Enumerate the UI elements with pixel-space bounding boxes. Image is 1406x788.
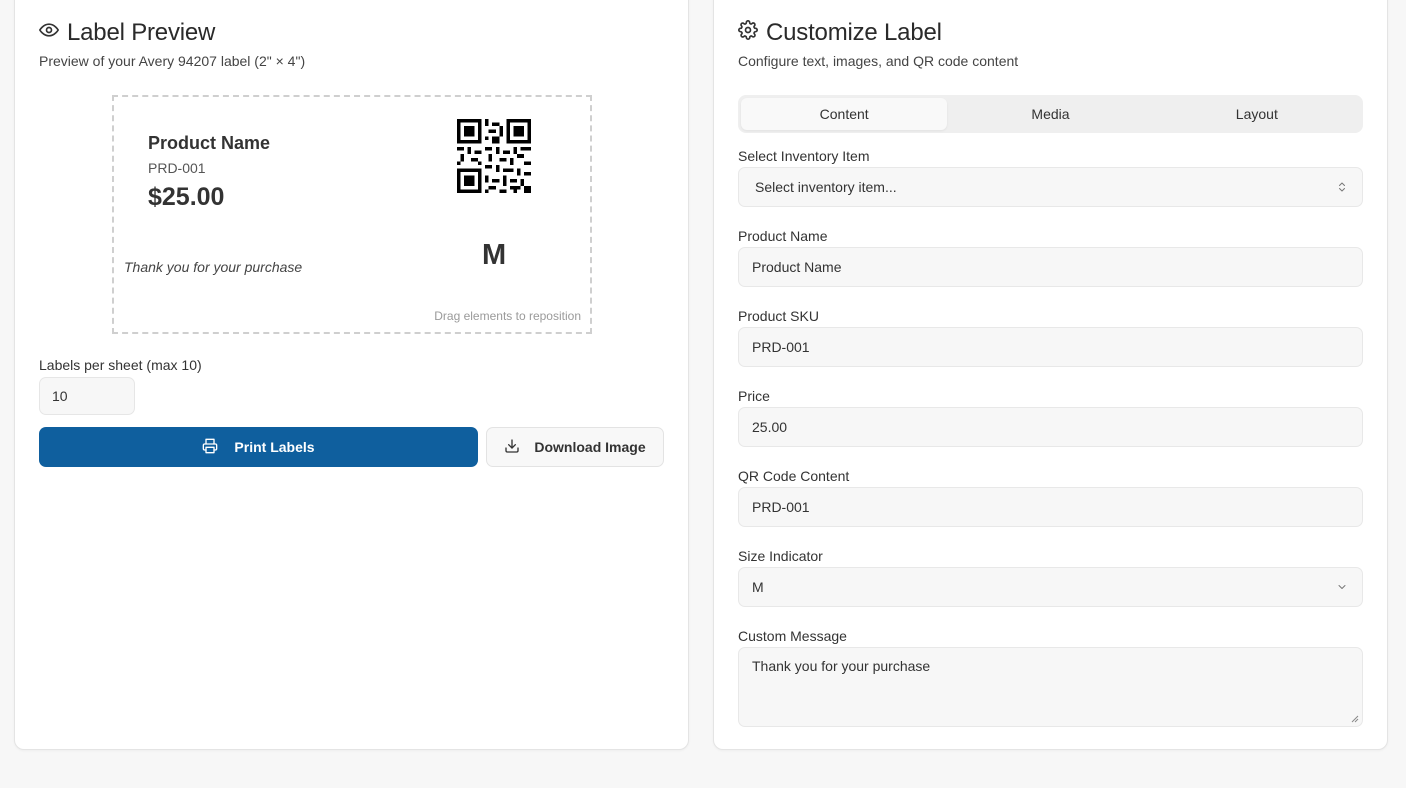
labels-per-sheet-input[interactable] [39,377,135,415]
tab-content[interactable]: Content [741,98,948,130]
inventory-select-value: Select inventory item... [755,179,897,195]
print-labels-text: Print Labels [234,439,315,455]
labels-per-sheet-label: Labels per sheet (max 10) [39,357,202,373]
label-message[interactable]: Thank you for your purchase [124,259,302,275]
print-labels-button[interactable]: Print Labels [39,427,478,467]
download-image-text: Download Image [534,439,646,455]
customize-label-panel: Customize Label Configure text, images, … [713,0,1388,750]
label-size-indicator[interactable]: M [482,239,506,272]
price-input[interactable]: 25.00 [738,407,1363,447]
qr-code[interactable] [457,119,531,193]
preview-title: Label Preview [39,19,215,47]
size-indicator-select[interactable]: M [738,567,1363,607]
product-name-input[interactable]: Product Name [738,247,1363,287]
inventory-select-label: Select Inventory Item [738,148,870,164]
preview-subtitle: Preview of your Avery 94207 label (2" × … [39,53,306,69]
customize-title-text: Customize Label [766,19,942,46]
price-label: Price [738,388,770,404]
chevron-down-icon [1338,585,1346,589]
drag-hint: Drag elements to reposition [434,309,581,323]
size-indicator-label: Size Indicator [738,548,823,564]
preview-title-text: Label Preview [67,19,216,46]
product-sku-label: Product SKU [738,308,819,324]
qr-content-label: QR Code Content [738,468,850,484]
customize-title: Customize Label [738,19,942,47]
download-image-button[interactable]: Download Image [486,427,664,467]
label-canvas[interactable]: Product Name PRD-001 $25.00 Thank you fo… [112,95,592,334]
product-sku-input[interactable]: PRD-001 [738,327,1363,367]
customize-tabs: Content Media Layout [738,95,1363,133]
label-preview-panel: Label Preview Preview of your Avery 9420… [14,0,689,750]
size-indicator-value: M [752,579,764,595]
custom-message-textarea[interactable]: Thank you for your purchase [738,647,1363,727]
tab-layout[interactable]: Layout [1154,98,1360,130]
customize-subtitle: Configure text, images, and QR code cont… [738,53,1019,69]
label-product-name[interactable]: Product Name [148,133,270,154]
download-icon [504,438,520,457]
qr-content-input[interactable]: PRD-001 [738,487,1363,527]
custom-message-label: Custom Message [738,628,847,644]
tab-media[interactable]: Media [947,98,1153,130]
resize-handle-icon[interactable] [1351,715,1359,723]
inventory-select[interactable]: Select inventory item... [738,167,1363,207]
gear-icon [738,19,758,47]
eye-icon [39,19,60,47]
label-price[interactable]: $25.00 [148,183,224,212]
product-name-label: Product Name [738,228,828,244]
label-sku[interactable]: PRD-001 [148,160,206,176]
printer-icon [202,438,218,457]
chevron-up-down-icon [1339,182,1345,192]
custom-message-value: Thank you for your purchase [752,658,931,674]
